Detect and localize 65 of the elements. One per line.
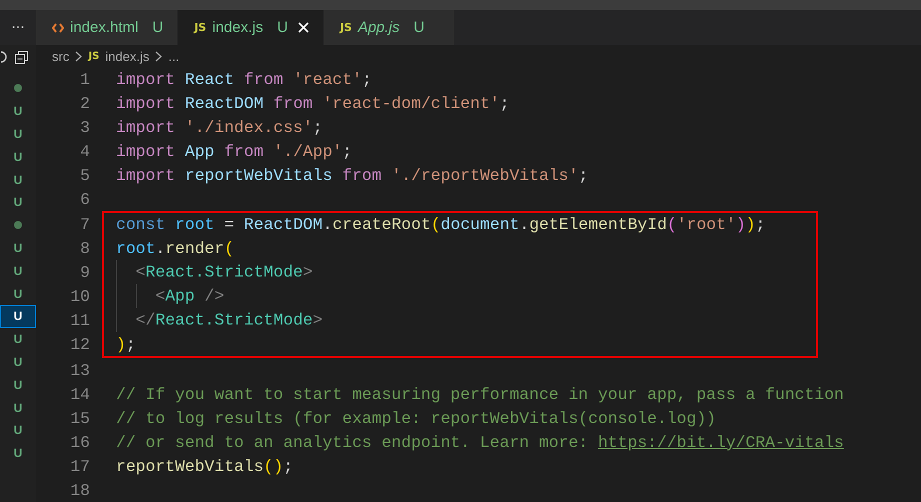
- modified-dot-icon: [14, 84, 22, 92]
- line-number: 1: [79, 70, 90, 88]
- file-status[interactable]: U: [14, 423, 22, 438]
- line-number: 13: [69, 360, 90, 380]
- file-status[interactable]: U: [14, 286, 22, 301]
- line-number: 6: [79, 190, 90, 208]
- editor-tab[interactable]: JS App.js U: [324, 10, 454, 45]
- line-number: 17: [69, 456, 90, 476]
- file-status[interactable]: U: [14, 378, 22, 392]
- line-number: 12: [69, 334, 90, 354]
- line-number: 8: [79, 238, 90, 258]
- line-number: 10: [69, 286, 90, 306]
- code-line: // If you want to start measuring performance in your app, pass a function: [116, 384, 844, 404]
- js-file-icon: JS: [194, 21, 206, 34]
- line-number: 3: [79, 118, 90, 136]
- line-number: 5: [79, 166, 90, 184]
- line-number: 7: [79, 215, 90, 234]
- code-line: import App from './App';: [116, 142, 352, 160]
- file-status[interactable]: U: [14, 104, 22, 118]
- code-line: </React.StrictMode>: [116, 308, 323, 332]
- file-status[interactable]: U: [14, 446, 22, 460]
- file-status[interactable]: U: [14, 264, 22, 278]
- file-status[interactable]: U: [14, 400, 22, 415]
- code-line: );: [116, 334, 136, 354]
- file-status[interactable]: U: [14, 332, 22, 346]
- line-number: 18: [69, 480, 90, 500]
- code-icon: [52, 22, 64, 32]
- code-line: reportWebVitals();: [116, 456, 294, 476]
- breadcrumb-folder[interactable]: src: [52, 48, 70, 64]
- link[interactable]: https://bit.ly/CRA-vitals: [598, 432, 844, 452]
- code-line: <App />: [116, 284, 224, 308]
- line-number: 9: [79, 262, 90, 282]
- code-comment: // or send to an analytics endpoint. Learn more:: [116, 432, 590, 452]
- file-status[interactable]: U: [14, 354, 22, 369]
- line-number: 15: [69, 408, 90, 428]
- chevron-right-icon: [75, 50, 82, 62]
- code-line: // to log results (for example: reportWebVitals(console.log)): [116, 408, 716, 428]
- js-file-icon: JS: [340, 21, 352, 34]
- line-number: 2: [79, 94, 90, 112]
- code-line: const root = ReactDOM.createRoot(document.getElementById('root'));: [116, 215, 766, 234]
- editor-tab[interactable]: index.html U: [36, 10, 178, 45]
- code-line: import './index.css';: [116, 118, 323, 136]
- file-status[interactable]: U: [14, 172, 22, 187]
- editor-tab[interactable]: JS index.js U: [178, 10, 323, 45]
- line-number: 11: [69, 310, 90, 330]
- file-status[interactable]: U: [14, 195, 22, 210]
- close-icon[interactable]: [298, 22, 309, 33]
- code-line: <React.StrictMode>: [116, 260, 313, 284]
- code-line: import ReactDOM from 'react-dom/client';: [116, 94, 510, 112]
- code-line: root.render(: [116, 238, 234, 258]
- line-number: 16: [69, 432, 90, 452]
- line-number: 4: [79, 142, 90, 160]
- line-number: 14: [69, 384, 90, 404]
- file-status[interactable]: U: [14, 150, 22, 164]
- file-status[interactable]: U: [14, 240, 22, 255]
- code-line: import reportWebVitals from './reportWebVitals';: [116, 166, 588, 184]
- collapse-all-icon[interactable]: [15, 50, 28, 64]
- breadcrumb-more[interactable]: ...: [168, 48, 180, 64]
- file-status[interactable]: U: [14, 309, 22, 324]
- breadcrumb-file[interactable]: index.js: [105, 48, 150, 64]
- code-line: import React from 'react';: [116, 70, 372, 88]
- modified-dot-icon: [14, 221, 22, 230]
- chevron-right-icon: [155, 50, 162, 62]
- file-status[interactable]: U: [14, 126, 22, 141]
- js-file-icon: JS: [88, 50, 100, 62]
